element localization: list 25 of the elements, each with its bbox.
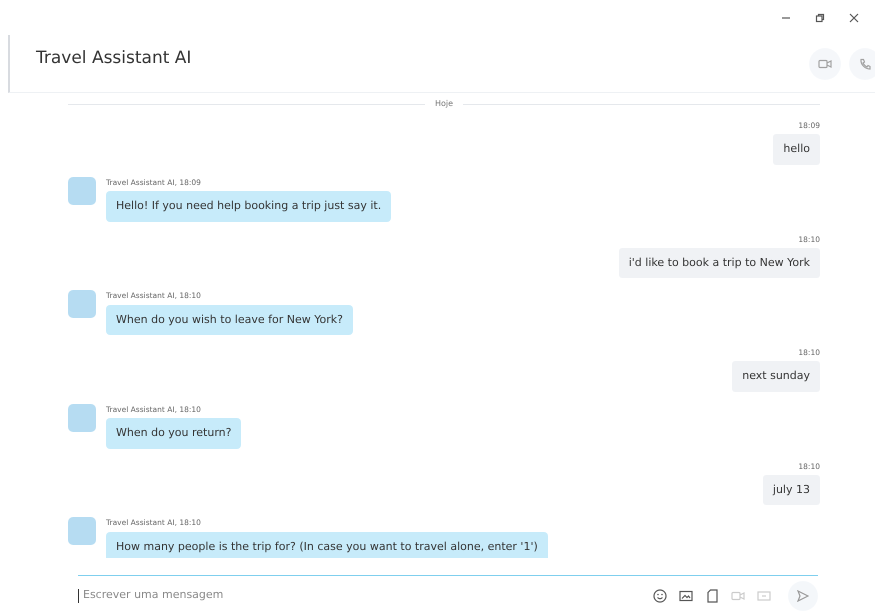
- avatar-icon: [68, 290, 96, 318]
- avatar-icon: [68, 176, 96, 205]
- send-icon: [797, 590, 809, 602]
- video-camera-icon: [818, 58, 832, 68]
- close-icon: [849, 12, 859, 22]
- avatar-icon: [68, 404, 96, 432]
- message-bubble: When do you return?: [106, 418, 242, 448]
- chat-title: Travel Assistant AI: [36, 46, 192, 70]
- restore-icon: [815, 12, 825, 22]
- message-input[interactable]: Escrever uma mensagem: [78, 588, 650, 602]
- day-separator: Hoje: [434, 98, 454, 110]
- message-bubble: hello: [773, 134, 820, 165]
- phone-icon: [859, 58, 871, 70]
- video-camera-icon: [731, 590, 745, 600]
- message-bubble: i'd like to book a trip to New York: [618, 248, 820, 278]
- message-bubble: How many people is the trip for? (In case you want to travel alone, enter '1'): [106, 532, 548, 558]
- message-bubble: next sunday: [732, 361, 820, 392]
- smiley-icon: [653, 588, 667, 602]
- message-bubble: july 13: [762, 474, 820, 506]
- message-bubble: Hello! If you need help booking a trip just say it.: [106, 191, 392, 222]
- message-bubble: When do you wish to leave for New York?: [106, 304, 353, 335]
- image-icon: [679, 590, 693, 602]
- avatar-icon: [68, 517, 96, 546]
- file-icon: [706, 588, 718, 602]
- screen-icon: [757, 590, 771, 602]
